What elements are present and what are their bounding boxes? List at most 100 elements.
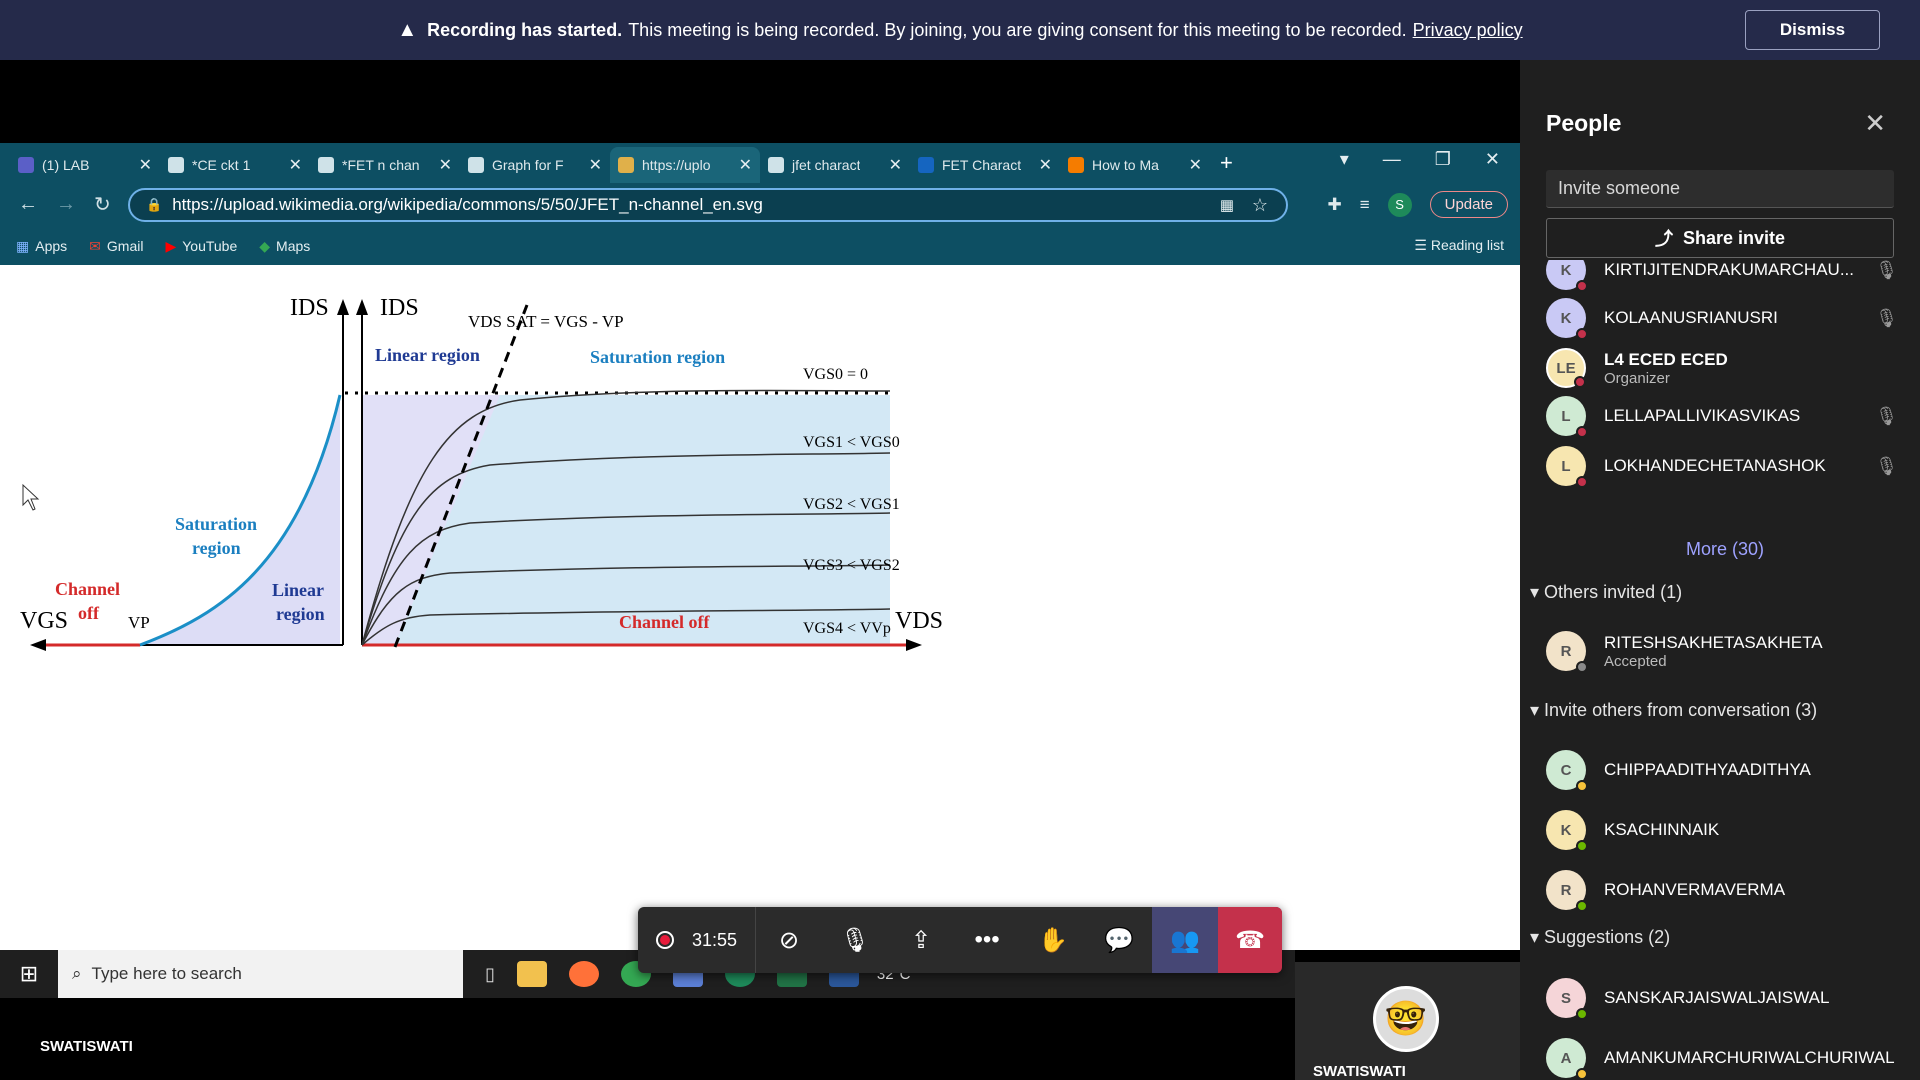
file-explorer-icon[interactable] bbox=[516, 961, 547, 987]
browser-tab[interactable]: *CE ckt 1 ✕ bbox=[160, 147, 310, 183]
close-icon[interactable]: ✕ bbox=[1039, 155, 1052, 175]
forward-icon[interactable]: → bbox=[56, 193, 76, 216]
status-dot bbox=[1576, 900, 1588, 912]
participants-icon[interactable]: 👥 bbox=[1152, 907, 1219, 973]
restore-icon[interactable]: ❐ bbox=[1435, 149, 1451, 170]
channel-off-right-label: Channel off bbox=[619, 612, 711, 632]
close-icon[interactable]: ✕ bbox=[439, 155, 452, 175]
share-invite-button[interactable]: ⤴ Share invite bbox=[1546, 218, 1894, 258]
chevron-down-icon: ▾ bbox=[1530, 700, 1545, 720]
participant-row[interactable]: K KSACHINNAIK bbox=[1546, 802, 1906, 858]
document-icon bbox=[168, 157, 184, 173]
bookmark-gmail[interactable]: ✉ Gmail bbox=[89, 238, 143, 255]
close-icon[interactable]: ✕ bbox=[139, 155, 152, 175]
browser-tab-active[interactable]: https://uplo ✕ bbox=[610, 147, 760, 183]
section-others-invited[interactable]: ▾ Others invited (1) bbox=[1530, 582, 1682, 603]
tab-label: FET Charact bbox=[942, 157, 1022, 173]
task-view-icon[interactable]: ▯ bbox=[485, 964, 495, 985]
avatar-initial: K bbox=[1560, 261, 1572, 279]
close-window-icon[interactable]: ✕ bbox=[1485, 149, 1500, 170]
bookmark-maps[interactable]: ◆ Maps bbox=[259, 238, 310, 255]
close-icon[interactable]: ✕ bbox=[739, 155, 752, 175]
lock-icon[interactable]: 🔒 bbox=[146, 197, 162, 213]
avatar-initial: LE bbox=[1556, 359, 1576, 377]
taskbar-search[interactable]: ⌕ Type here to search bbox=[58, 950, 463, 998]
participant-role: Organizer bbox=[1604, 369, 1670, 387]
close-icon[interactable]: ✕ bbox=[589, 155, 602, 175]
qr-code-icon[interactable]: ▦ bbox=[1220, 196, 1234, 214]
chat-icon[interactable]: 💬 bbox=[1086, 907, 1152, 973]
close-icon[interactable]: ✕ bbox=[889, 155, 902, 175]
profile-avatar[interactable]: S bbox=[1387, 192, 1412, 217]
media-icon[interactable]: ≡ bbox=[1360, 195, 1370, 215]
browser-tab[interactable]: (1) LAB ✕ bbox=[10, 147, 160, 183]
bookmark-label: Maps bbox=[276, 238, 311, 254]
avatar-initial: L bbox=[1561, 407, 1571, 425]
people-panel: People ✕ Invite someone ⤴ Share invite K … bbox=[1520, 60, 1920, 1080]
more-options-icon[interactable]: ••• bbox=[954, 907, 1020, 973]
camera-off-icon[interactable]: ⊘ bbox=[756, 907, 822, 973]
minimize-icon[interactable]: — bbox=[1383, 149, 1401, 170]
url-text: https://upload.wikimedia.org/wikipedia/c… bbox=[172, 195, 763, 214]
browser-tab[interactable]: FET Charact ✕ bbox=[910, 147, 1060, 183]
search-icon: ⌕ bbox=[72, 964, 82, 983]
participant-row[interactable]: S SANSKARJAISWALJAISWAL bbox=[1546, 970, 1906, 1026]
participant-row[interactable]: L LOKHANDECHETANASHOK 🎙 bbox=[1546, 438, 1906, 494]
hang-up-icon[interactable]: ☎ bbox=[1218, 907, 1283, 973]
section-suggestions[interactable]: ▾ Suggestions (2) bbox=[1530, 927, 1670, 948]
mic-off-icon[interactable]: 🎙 bbox=[822, 907, 888, 973]
chevron-down-icon: ▾ bbox=[1530, 927, 1545, 947]
browser-tab[interactable]: How to Ma ✕ bbox=[1060, 147, 1210, 183]
youtube-icon: ▶ bbox=[165, 237, 177, 254]
section-label: Invite others from conversation (3) bbox=[1544, 700, 1818, 720]
linear-region-top-label: Linear region bbox=[375, 345, 480, 365]
update-button[interactable]: Update bbox=[1429, 191, 1508, 218]
reading-list-icon: ☰ bbox=[1414, 237, 1431, 253]
tab-search-icon[interactable]: ▾ bbox=[1340, 149, 1349, 170]
toolbar-right: ✚ ≡ S Update bbox=[1327, 191, 1508, 218]
avatar-initial: S bbox=[1560, 989, 1571, 1007]
participant-name: CHIPPAADITHYAADITHYA bbox=[1604, 760, 1811, 779]
close-icon[interactable]: ✕ bbox=[1189, 155, 1202, 175]
participant-row[interactable]: L LELLAPALLIVIKASVIKAS 🎙 bbox=[1546, 388, 1906, 444]
tab-label: *FET n chan bbox=[342, 157, 420, 173]
close-icon[interactable]: ✕ bbox=[289, 155, 302, 175]
invite-input[interactable]: Invite someone bbox=[1546, 170, 1894, 208]
new-tab-icon[interactable]: + bbox=[1220, 150, 1233, 176]
reload-icon[interactable]: ↻ bbox=[94, 192, 114, 217]
participant-row[interactable]: A AMANKUMARCHURIWALCHURIWAL bbox=[1546, 1030, 1906, 1080]
mic-muted-icon: 🎙 bbox=[1875, 307, 1898, 328]
meeting-controls: 31:55 ⊘ 🎙 ⇪ ••• ✋ 💬 👥 ☎ bbox=[638, 907, 1283, 973]
windows-start-icon[interactable]: ⊞ bbox=[0, 961, 58, 987]
avatar: LE bbox=[1546, 348, 1586, 388]
back-icon[interactable]: ← bbox=[18, 193, 38, 216]
participant-name: LOKHANDECHETANASHOK bbox=[1604, 456, 1826, 475]
avatar-initial: K bbox=[1560, 309, 1572, 327]
page-content: IDS IDS VDS SAT = VGS - VP Linear region… bbox=[0, 265, 1520, 950]
bookmark-star-icon[interactable]: ☆ bbox=[1252, 195, 1268, 216]
raise-hand-icon[interactable]: ✋ bbox=[1020, 907, 1086, 973]
more-participants-link[interactable]: More (30) bbox=[1686, 539, 1764, 560]
privacy-policy-link[interactable]: Privacy policy bbox=[1413, 20, 1523, 41]
bookmark-youtube[interactable]: ▶ YouTube bbox=[165, 238, 237, 255]
bookmark-apps[interactable]: ▦ Apps bbox=[16, 238, 67, 255]
extensions-icon[interactable]: ✚ bbox=[1327, 195, 1341, 215]
ids-right-label: IDS bbox=[380, 295, 419, 321]
share-screen-icon[interactable]: ⇪ bbox=[888, 907, 954, 973]
browser-tab[interactable]: jfet charact ✕ bbox=[760, 147, 910, 183]
banner-message: This meeting is being recorded. By joini… bbox=[628, 19, 1407, 40]
firefox-icon[interactable] bbox=[568, 961, 599, 987]
dismiss-button[interactable]: Dismiss bbox=[1745, 10, 1880, 50]
browser-tab[interactable]: Graph for F ✕ bbox=[460, 147, 610, 183]
avatar-initial: R bbox=[1560, 642, 1572, 660]
close-icon[interactable]: ✕ bbox=[1864, 108, 1886, 139]
participant-row[interactable]: R ROHANVERMAVERMA bbox=[1546, 862, 1906, 918]
section-invite-conversation[interactable]: ▾ Invite others from conversation (3) bbox=[1530, 700, 1817, 721]
participant-row[interactable]: K KOLAANUSRIANUSRI 🎙 bbox=[1546, 290, 1906, 346]
address-bar[interactable]: 🔒 https://upload.wikimedia.org/wikipedia… bbox=[128, 188, 1288, 222]
participant-row[interactable]: R RITESHSAKHETASAKHETA Accepted bbox=[1546, 623, 1906, 679]
participant-name: RITESHSAKHETASAKHETA bbox=[1604, 632, 1823, 652]
reading-list[interactable]: ☰ Reading list bbox=[1414, 237, 1504, 254]
browser-tab[interactable]: *FET n chan ✕ bbox=[310, 147, 460, 183]
participant-row[interactable]: C CHIPPAADITHYAADITHYA bbox=[1546, 742, 1906, 798]
